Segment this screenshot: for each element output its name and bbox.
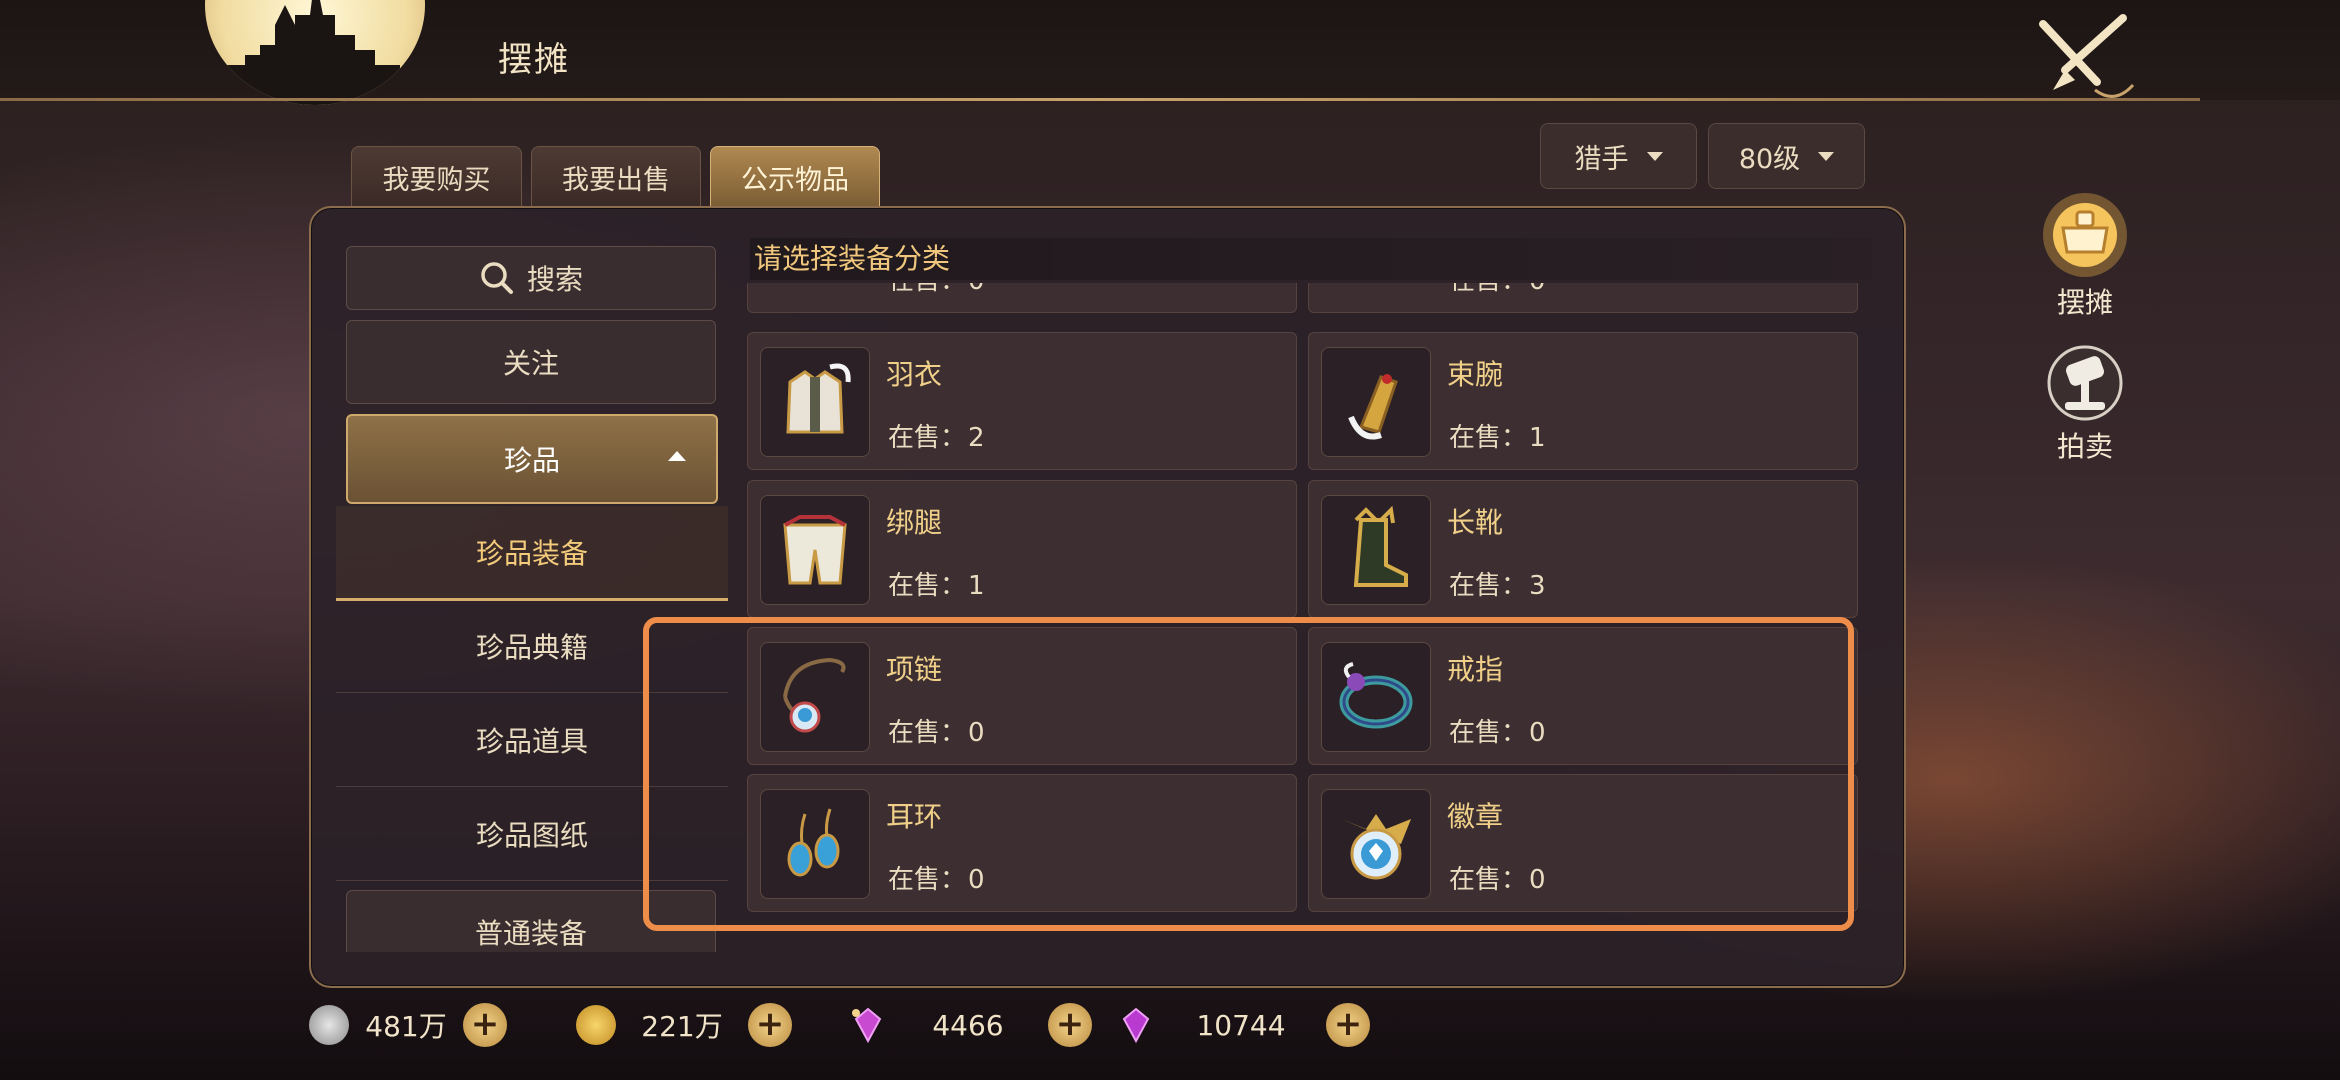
page-title: 摆摊 — [498, 40, 570, 80]
equipment-card[interactable]: 在售：0 — [1308, 283, 1858, 313]
auction-icon — [2047, 345, 2123, 421]
close-icon[interactable] — [2035, 10, 2135, 100]
bracer-icon — [1321, 347, 1431, 457]
silver-amount: 481万 — [365, 1010, 447, 1043]
header-divider — [0, 98, 2200, 101]
add-silver-button[interactable]: + — [463, 1003, 507, 1047]
chevron-down-icon — [1646, 151, 1663, 161]
normal-equipment-label: 普通装备 — [474, 917, 587, 950]
add-crystal-button[interactable]: + — [1326, 1003, 1370, 1047]
right-menu-auction[interactable]: 拍卖 — [2035, 338, 2135, 465]
tab-public-items[interactable]: 公示物品 — [710, 146, 880, 207]
level-filter-label: 80级 — [1738, 143, 1801, 175]
tab-buy[interactable]: 我要购买 — [351, 146, 522, 207]
stock-count: 在售：0 — [886, 283, 985, 297]
silver-coin-icon — [309, 1005, 349, 1045]
currency-bound-crystal: 4466 + — [848, 1000, 1092, 1050]
highlight-frame — [643, 617, 1854, 931]
gold-coin-icon — [576, 1005, 616, 1045]
treasure-category[interactable]: 珍品 — [346, 414, 718, 504]
right-menu-stall[interactable]: 摆摊 — [2035, 190, 2135, 321]
bound-crystal-icon — [852, 1007, 882, 1044]
add-gold-button[interactable]: + — [748, 1003, 792, 1047]
level-filter-dropdown[interactable]: 80级 — [1708, 123, 1865, 189]
stock-count: 在售：2 — [888, 423, 985, 453]
search-icon — [481, 262, 513, 294]
tab-sell[interactable]: 我要出售 — [531, 146, 701, 207]
crystal-amount: 10744 — [1196, 1008, 1286, 1042]
stock-count: 在售：1 — [888, 571, 985, 601]
currency-crystal: 10744 + — [1116, 1000, 1370, 1050]
stock-count: 在售：3 — [1449, 571, 1546, 601]
currency-silver: 481万 + — [309, 1000, 507, 1050]
equipment-card[interactable]: 在售：0 — [747, 283, 1297, 313]
crystal-icon — [1122, 1007, 1150, 1044]
gold-amount: 221万 — [641, 1010, 723, 1043]
equipment-card-robe[interactable]: 羽衣 在售：2 — [747, 332, 1297, 470]
item-name: 束腕 — [1447, 358, 1504, 391]
boots-icon — [1321, 495, 1431, 605]
stock-count: 在售：0 — [1447, 283, 1546, 297]
search-button[interactable]: 搜索 — [346, 246, 716, 310]
add-bound-crystal-button[interactable]: + — [1048, 1003, 1092, 1047]
chevron-down-icon — [1818, 151, 1835, 161]
equipment-card-bracer[interactable]: 束腕 在售：1 — [1308, 332, 1858, 470]
stall-icon — [2043, 193, 2127, 277]
right-menu-stall-label: 摆摊 — [2056, 286, 2113, 319]
item-name: 羽衣 — [886, 358, 943, 391]
equipment-card-leggings[interactable]: 绑腿 在售：1 — [747, 480, 1297, 618]
class-filter-dropdown[interactable]: 猎手 — [1540, 123, 1697, 189]
currency-gold: 221万 + — [576, 1000, 792, 1050]
item-name: 长靴 — [1447, 506, 1504, 539]
right-menu-auction-label: 拍卖 — [2056, 430, 2113, 463]
content-title: 请选择装备分类 — [750, 238, 1872, 280]
class-filter-label: 猎手 — [1574, 143, 1629, 175]
equipment-card-boots[interactable]: 长靴 在售：3 — [1308, 480, 1858, 618]
follow-button[interactable]: 关注 — [346, 320, 716, 404]
robe-icon — [760, 347, 870, 457]
follow-label: 关注 — [502, 347, 559, 380]
stock-count: 在售：1 — [1449, 423, 1546, 453]
search-label: 搜索 — [526, 263, 583, 296]
sidebar-item-treasure-equipment[interactable]: 珍品装备 — [336, 506, 728, 601]
treasure-label: 珍品 — [503, 444, 560, 477]
item-name: 绑腿 — [886, 506, 943, 539]
leggings-icon — [760, 495, 870, 605]
chevron-up-icon — [668, 451, 686, 461]
bound-crystal-amount: 4466 — [932, 1008, 1004, 1042]
